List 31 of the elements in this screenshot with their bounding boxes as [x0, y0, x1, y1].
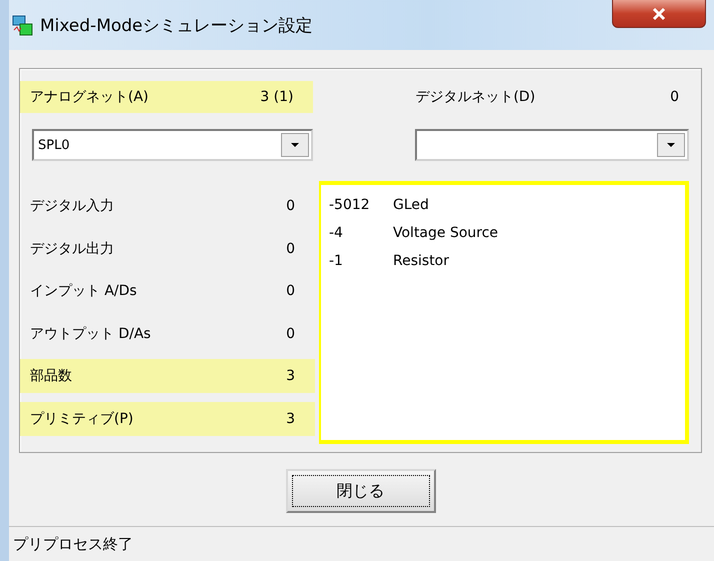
app-icon: [12, 14, 34, 36]
net-count: 0: [670, 89, 679, 105]
part-name: GLed: [393, 197, 429, 213]
stat-label: デジタル出力: [30, 240, 114, 258]
stat-label: デジタル入力: [30, 197, 114, 215]
stat-label: アウトプット D/As: [30, 324, 151, 342]
status-text: プリプロセス終了: [13, 534, 133, 554]
close-dialog-button[interactable]: 閉じる: [286, 469, 436, 513]
stat-label: 部品数: [30, 367, 72, 385]
part-id: -4: [329, 225, 344, 241]
window-title: Mixed-Modeシミュレーション設定: [40, 14, 313, 36]
stat-value: 0: [286, 283, 295, 299]
part-name: Resistor: [393, 253, 449, 269]
stat-value: 0: [286, 240, 295, 256]
stat-label: インプット A/Ds: [30, 282, 137, 300]
net-dropdown[interactable]: SPL0: [32, 129, 314, 161]
net-count: 3 (1): [260, 89, 294, 105]
parts-list[interactable]: -5012 GLed -4 Voltage Source -1 Resistor: [319, 181, 689, 444]
close-icon: [651, 6, 667, 20]
stat-value: 3: [286, 410, 295, 426]
part-id: -5012: [329, 197, 371, 213]
stat-value: 3: [286, 368, 295, 384]
close-button[interactable]: [612, 0, 706, 28]
stat-value: 0: [286, 198, 295, 214]
part-name: Voltage Source: [393, 225, 498, 241]
net-dropdown[interactable]: [415, 129, 689, 161]
net-label: アナログネット(A): [30, 88, 149, 106]
net-label: デジタルネット(D): [415, 88, 536, 106]
stat-value: 0: [286, 326, 295, 342]
part-id: -1: [329, 253, 344, 269]
stat-label: プリミティブ(P): [30, 410, 134, 428]
